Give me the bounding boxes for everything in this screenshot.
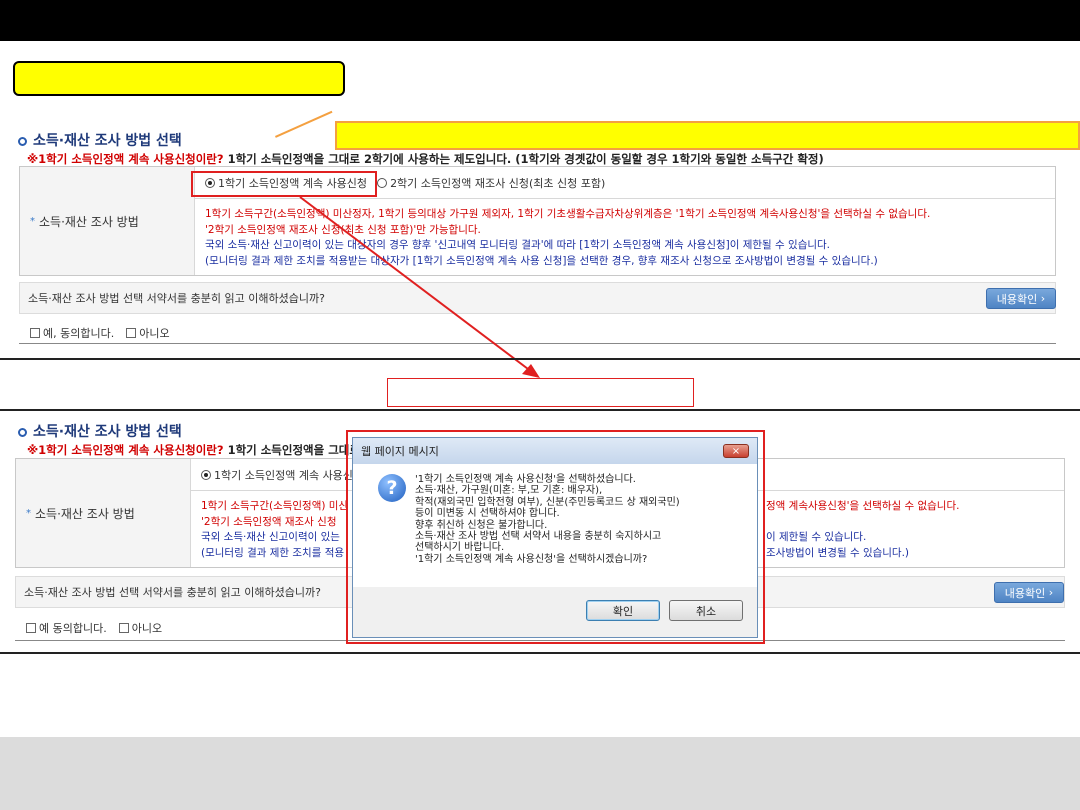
agree-checkboxes-bottom: 예 동의합니다. 아니오 — [26, 620, 162, 636]
method-description-bottom-right: 정액 계속사용신청'을 선택하실 수 없습니다. 이 제한될 수 있습니다. 조… — [766, 500, 960, 559]
question-icon: ? — [378, 474, 406, 502]
footer-band — [0, 737, 1080, 810]
section-title-bottom: 소득·재산 조사 방법 선택 — [18, 421, 182, 441]
section-separator — [0, 409, 1080, 411]
dialog-message: '1학기 소득인정액 계속 사용신청'을 선택하셨습니다. 소득·재산, 가구원… — [415, 474, 680, 565]
agree-no-checkbox-bottom[interactable]: 아니오 — [118, 620, 162, 636]
section-bullet-icon — [18, 427, 27, 437]
agree-yes-checkbox-bottom[interactable]: 예 동의합니다. — [26, 620, 107, 636]
dialog-ok-button[interactable]: 확인 — [586, 600, 660, 621]
dialog-close-button[interactable]: × — [723, 444, 749, 458]
chevron-right-icon: › — [1048, 586, 1054, 599]
radio-checked-icon — [201, 469, 211, 480]
view-content-button-bottom[interactable]: 내용확인 › — [994, 582, 1064, 603]
checkbox-icon — [118, 623, 129, 633]
section-separator — [0, 358, 1080, 360]
option1-radio-bottom[interactable]: 1학기 소득인정액 계속 사용신청 — [201, 467, 363, 483]
dialog-cancel-button[interactable]: 취소 — [669, 600, 743, 621]
checkbox-icon — [26, 623, 36, 633]
method-description-bottom-left: 1학기 소득구간(소득인정액) 미산 '2학기 소득인정액 재조사 신청 국외 … — [201, 500, 349, 559]
dialog-titlebar: 웹 페이지 메시지 — [353, 438, 757, 464]
confirm-dialog: 웹 페이지 메시지 × ? '1학기 소득인정액 계속 사용신청'을 선택하셨습… — [352, 437, 758, 638]
method-label-bottom: * 소득·재산 조사 방법 — [16, 459, 191, 567]
section-separator — [0, 652, 1080, 654]
notice-text-bottom: ※1학기 소득인정액 계속 사용신청이란? 1학기 소득인정액을 그대로 — [27, 443, 360, 457]
caption-box — [387, 378, 694, 407]
